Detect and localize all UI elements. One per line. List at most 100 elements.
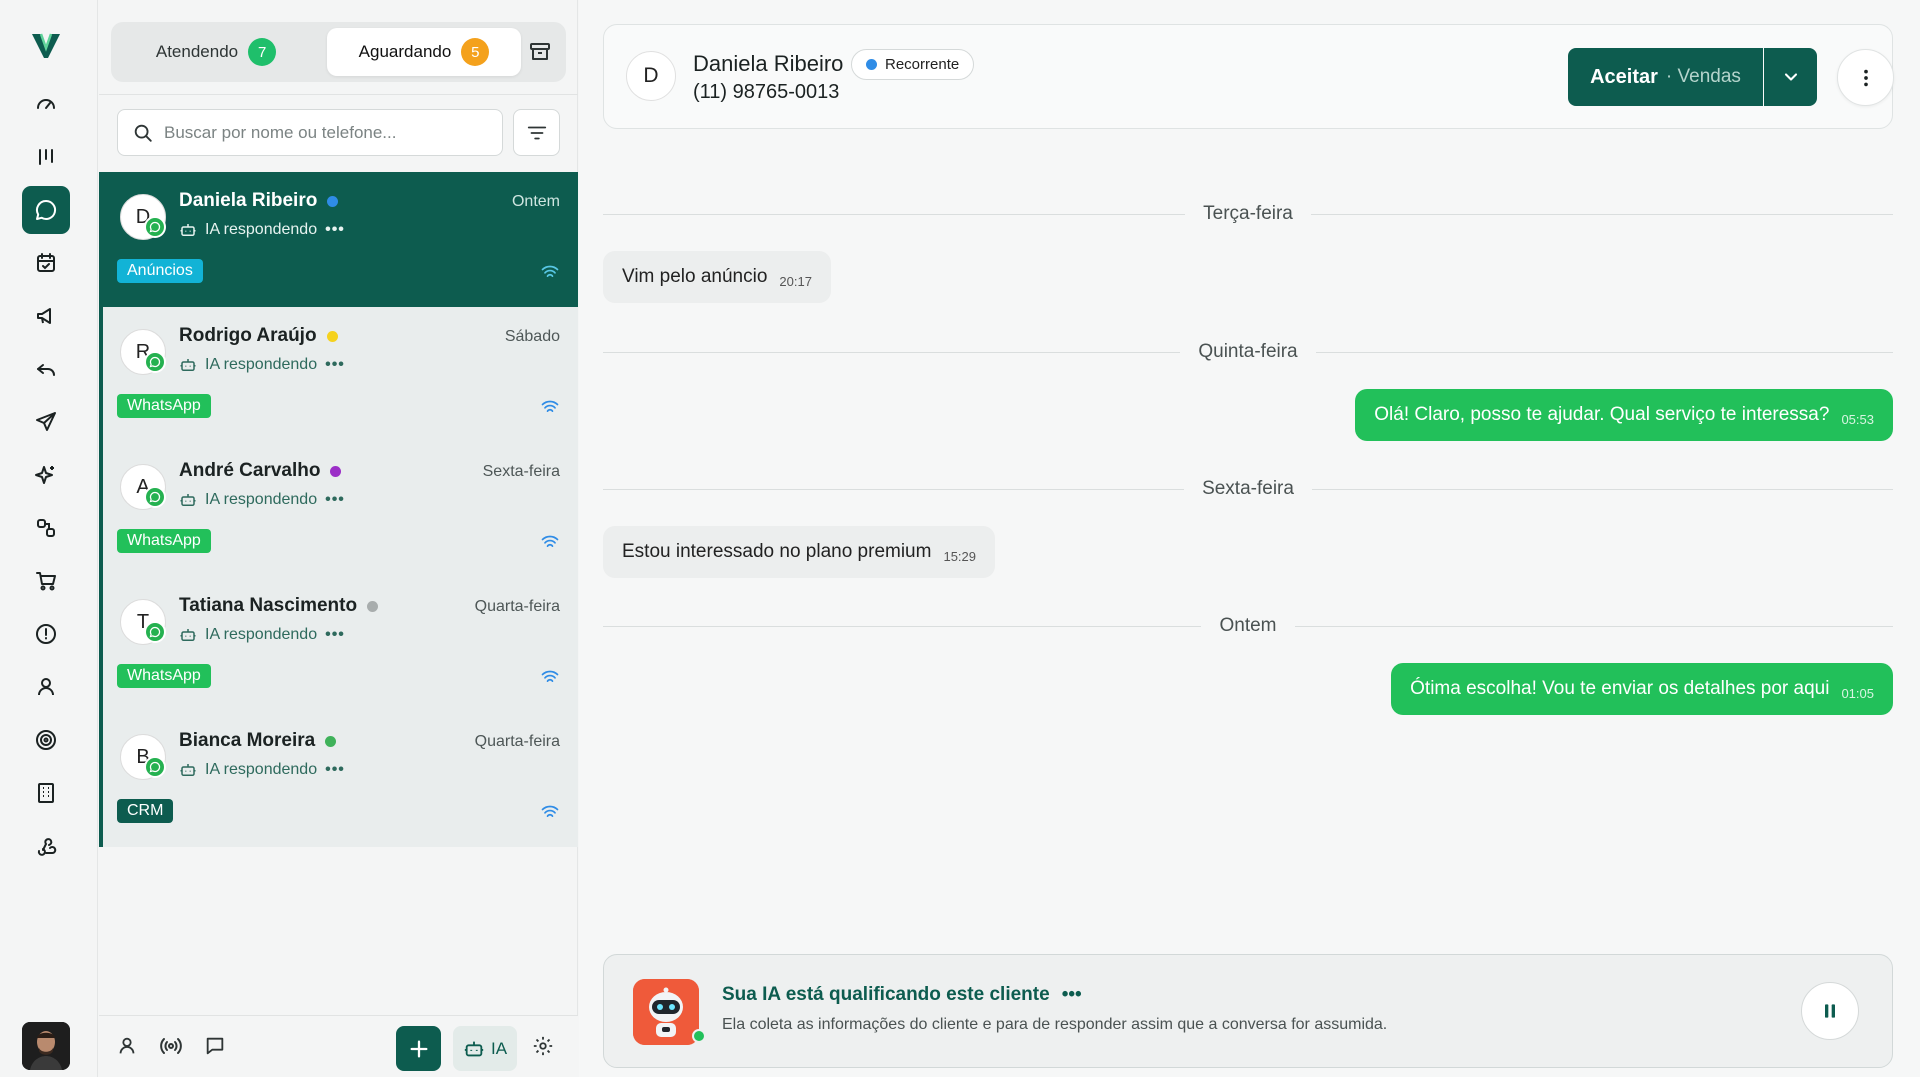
pause-icon (1825, 1004, 1835, 1018)
ai-status-text: IA respondendo (205, 221, 318, 238)
accept-button[interactable]: Aceitar · Vendas (1568, 48, 1763, 106)
wifi-icon (541, 670, 559, 682)
divider (99, 94, 578, 95)
message-icon[interactable] (197, 1028, 233, 1064)
filter-button[interactable] (513, 109, 560, 156)
robot-icon (464, 1041, 484, 1056)
webhook-icon[interactable] (22, 822, 70, 870)
whatsapp-icon (144, 621, 166, 643)
whatsapp-icon (144, 756, 166, 778)
list-item[interactable]: D Daniela Ribeiro Ontem IA respondendo ••• An… (99, 172, 578, 307)
archive-icon[interactable] (524, 36, 556, 68)
user-icon[interactable] (22, 663, 70, 711)
ai-status: IA respondendo ••• (179, 356, 345, 374)
channel-tag: Anúncios (117, 259, 203, 283)
dashboard-icon[interactable] (22, 80, 70, 128)
conversation-list-panel: Atendendo 7 Aguardando 5 DDaniela Ribeir… (99, 0, 578, 1077)
tab-attending[interactable]: Atendendo 7 (119, 28, 313, 76)
filter-icon (527, 126, 546, 139)
megaphone-icon[interactable] (22, 292, 70, 340)
typing-dots: ••• (1061, 984, 1082, 1005)
day-separator-label: Sexta-feira (1202, 478, 1294, 499)
wifi-icon (541, 400, 559, 412)
accept-sector: · Vendas (1665, 66, 1741, 87)
contact-badge-label: Recorrente (885, 56, 960, 73)
ai-status: IA respondendo ••• (179, 626, 345, 644)
ai-status-text: IA respondendo (205, 356, 318, 373)
typing-dots: ••• (325, 356, 345, 373)
chevron-down-icon (1784, 73, 1797, 81)
online-indicator (692, 1029, 706, 1043)
avatar[interactable] (22, 1022, 70, 1070)
ai-status: IA respondendo ••• (179, 761, 345, 779)
list-item[interactable]: T Tatiana Nascimento Quarta-feira IA respon… (99, 577, 578, 712)
accept-dropdown-button[interactable] (1764, 48, 1817, 106)
message-outgoing: Olá! Claro, posso te ajudar. Qual serviç… (1355, 389, 1893, 441)
ai-status-text: IA respondendo (205, 491, 318, 508)
broadcast-icon[interactable] (153, 1028, 189, 1064)
status-dot (327, 195, 339, 207)
message-time: 20:17 (779, 273, 812, 289)
ia-banner-title-text: Sua IA está qualificando este cliente (722, 984, 1050, 1005)
ai-status-text: IA respondendo (205, 626, 318, 643)
ai-status: IA respondendo ••• (179, 491, 345, 509)
conversation-date: Ontem (511, 193, 560, 210)
chat-area: D Daniela Ribeiro (11) 98765-0013 Recorr… (579, 0, 1920, 1077)
pause-ia-button[interactable] (1801, 982, 1859, 1040)
message-text: Olá! Claro, posso te ajudar. Qual serviç… (1374, 404, 1830, 425)
contact-name: André Carvalho (179, 460, 321, 481)
list-item[interactable]: A André Carvalho Sexta-feira IA respondendo… (99, 442, 578, 577)
contact-name-row: Tatiana Nascimento (179, 595, 379, 617)
message-text: Estou interessado no plano premium (622, 541, 932, 562)
contacts-icon[interactable] (109, 1028, 145, 1064)
typing-dots: ••• (325, 221, 345, 238)
contact-name-row: Bianca Moreira (179, 730, 337, 752)
robot-icon (180, 359, 196, 371)
message-incoming: Estou interessado no plano premium 15:29 (603, 526, 996, 578)
list-item[interactable]: R Rodrigo Araújo Sábado IA respondendo ••• Wh… (99, 307, 578, 442)
whatsapp-icon (144, 216, 166, 238)
send-icon[interactable] (22, 398, 70, 446)
settings-icon[interactable] (525, 1028, 561, 1064)
day-separator-label: Terça-feira (1203, 203, 1293, 224)
status-dot (330, 465, 342, 477)
tab-waiting[interactable]: Aguardando 5 (327, 28, 521, 76)
channel-tag: WhatsApp (117, 394, 211, 418)
message-time: 15:29 (943, 548, 977, 564)
cart-icon[interactable] (22, 557, 70, 605)
search-input[interactable] (164, 122, 484, 143)
reply-icon[interactable] (22, 345, 70, 393)
more-options-button[interactable] (1837, 49, 1894, 106)
search-icon (134, 124, 152, 142)
message-time: 01:05 (1841, 685, 1874, 701)
new-conversation-button[interactable] (396, 1026, 441, 1071)
calendar-icon[interactable] (22, 239, 70, 287)
sparkles-icon[interactable] (22, 451, 70, 499)
conversation-date: Sábado (504, 328, 560, 345)
message-text: Ótima escolha! Vou te enviar os detalhes… (1410, 678, 1830, 699)
target-icon[interactable] (22, 716, 70, 764)
wifi-icon (541, 535, 559, 547)
more-vertical-icon (1863, 69, 1868, 86)
contact-name-row: André Carvalho (179, 460, 342, 482)
day-separator-label: Ontem (1219, 615, 1277, 636)
integrations-icon[interactable] (22, 504, 70, 552)
ia-toggle-button[interactable]: IA (453, 1026, 517, 1071)
alert-icon[interactable] (22, 610, 70, 658)
plus-icon (410, 1040, 427, 1057)
building-icon[interactable] (22, 769, 70, 817)
chat-icon[interactable] (22, 186, 70, 234)
ia-banner-title: Sua IA está qualificando este cliente ••… (722, 984, 1082, 1006)
contact-status-badge: Recorrente (851, 49, 975, 80)
kanban-icon[interactable] (22, 133, 70, 181)
day-separator: Quinta-feira (603, 340, 1893, 364)
list-item[interactable]: B Bianca Moreira Quarta-feira IA respondend… (99, 712, 578, 847)
brand-logo[interactable] (29, 28, 63, 62)
status-dot (325, 735, 337, 747)
contact-name: Daniela Ribeiro (693, 51, 844, 76)
wifi-icon (541, 805, 559, 817)
day-separator: Ontem (603, 614, 1893, 638)
typing-dots: ••• (325, 491, 345, 508)
robot-icon (180, 494, 196, 506)
day-separator-label: Quinta-feira (1198, 341, 1298, 362)
